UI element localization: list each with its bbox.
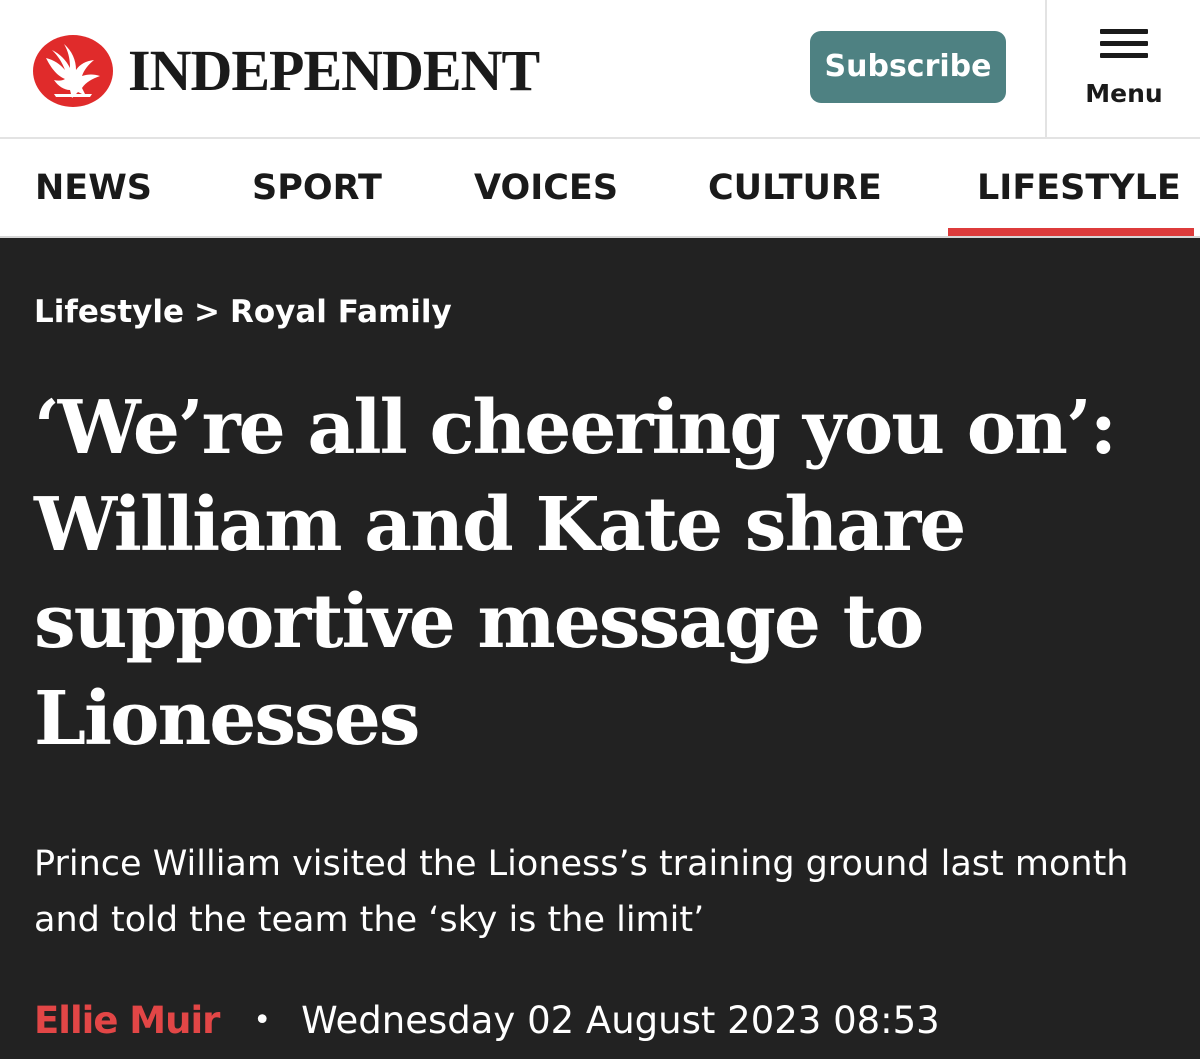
menu-label: Menu bbox=[1085, 79, 1163, 108]
section-nav: NEWS SPORT VOICES CULTURE LIFESTYLE bbox=[0, 139, 1200, 238]
nav-item-lifestyle[interactable]: LIFESTYLE bbox=[977, 167, 1181, 209]
nav-item-culture[interactable]: CULTURE bbox=[708, 167, 882, 209]
brand-wordmark: INDEPENDENT bbox=[128, 38, 540, 103]
breadcrumb-separator: > bbox=[194, 294, 221, 330]
author-link[interactable]: Ellie Muir bbox=[34, 999, 220, 1042]
subscribe-button[interactable]: Subscribe bbox=[810, 31, 1006, 103]
eagle-icon bbox=[33, 35, 113, 107]
nav-item-voices[interactable]: VOICES bbox=[474, 167, 618, 209]
header-divider bbox=[1045, 0, 1047, 137]
byline-separator: • bbox=[253, 1002, 272, 1038]
breadcrumb-lifestyle[interactable]: Lifestyle bbox=[34, 294, 184, 330]
site-header: INDEPENDENT Subscribe Menu bbox=[0, 0, 1200, 139]
article-standfirst: Prince William visited the Lioness’s tra… bbox=[34, 844, 1129, 940]
site-logo[interactable]: INDEPENDENT bbox=[32, 34, 540, 108]
article-page: INDEPENDENT Subscribe Menu NEWS SPORT VO… bbox=[0, 0, 1200, 1059]
article-headline: ‘We’re all cheering you on’: William and… bbox=[34, 385, 1117, 762]
nav-item-news[interactable]: NEWS bbox=[35, 167, 152, 209]
hamburger-icon bbox=[1100, 26, 1148, 60]
active-nav-indicator bbox=[948, 228, 1194, 236]
breadcrumb: Lifestyle > Royal Family bbox=[34, 290, 452, 334]
article-byline: Ellie Muir • Wednesday 02 August 2023 08… bbox=[34, 992, 940, 1048]
nav-item-sport[interactable]: SPORT bbox=[252, 167, 382, 209]
menu-button[interactable]: Menu bbox=[1078, 26, 1170, 116]
breadcrumb-royal-family[interactable]: Royal Family bbox=[230, 294, 452, 330]
publish-date: Wednesday 02 August 2023 08:53 bbox=[301, 998, 940, 1042]
